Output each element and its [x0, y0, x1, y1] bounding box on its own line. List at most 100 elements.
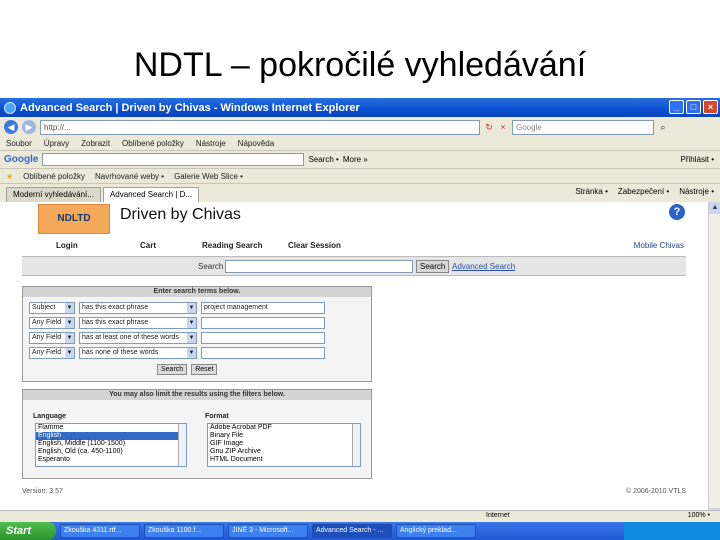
search-label: Search	[198, 262, 224, 271]
term-input[interactable]	[201, 347, 325, 359]
list-item[interactable]: Esperanto	[36, 456, 186, 464]
zone-indicator: Internet	[486, 512, 510, 519]
taskbar-item[interactable]: Advanced Search - ...	[312, 524, 392, 538]
format-label: Format	[205, 413, 229, 420]
page-scrollbar[interactable]: ▲ ▼	[708, 202, 720, 520]
ndltd-logo[interactable]: NDLTD	[38, 204, 110, 234]
term-input[interactable]: project management	[201, 302, 325, 314]
favorites-bar: ★ Oblíbené položky Navrhované weby • Gal…	[0, 169, 720, 184]
menu-item-tools[interactable]: Nástroje	[196, 139, 226, 148]
chevron-down-icon: ▼	[65, 318, 74, 328]
format-scrollbar[interactable]	[352, 424, 360, 466]
close-icon[interactable]: ×	[703, 100, 718, 114]
google-toolbar: Google Search • More » Přihlásit •	[0, 151, 720, 169]
url-input[interactable]: http://...	[40, 119, 480, 135]
menu-item-help[interactable]: Nápověda	[238, 139, 274, 148]
site-search-input[interactable]	[225, 260, 413, 273]
help-icon[interactable]: ?	[669, 204, 685, 220]
nav-reading-search[interactable]: Reading Search	[202, 241, 262, 250]
taskbar-item[interactable]: JINÉ 3 - Microsoft...	[228, 524, 308, 538]
taskbar-item[interactable]: Anglický preklad...	[396, 524, 476, 538]
search-row: Subject ▼ has this exact phrase ▼ project …	[29, 302, 325, 314]
list-item[interactable]: Binary File	[208, 432, 360, 440]
refresh-icon[interactable]: ↻	[484, 122, 494, 132]
google-search-button[interactable]: Search •	[308, 155, 338, 164]
chevron-down-icon: ▼	[187, 318, 196, 328]
ie-icon	[4, 101, 16, 114]
site-nav: Login Cart Reading Search Clear Session …	[22, 241, 686, 253]
maximize-icon[interactable]: □	[686, 100, 701, 114]
search-submit-button[interactable]: Search	[157, 364, 188, 375]
search-terms-header: Enter search terms below.	[23, 287, 371, 297]
site-title: Driven by Chivas	[120, 206, 241, 223]
list-item[interactable]: Gnu ZIP Archive	[208, 448, 360, 456]
nav-login[interactable]: Login	[56, 241, 78, 250]
list-item[interactable]: English	[36, 432, 186, 440]
google-search-field[interactable]	[42, 153, 305, 166]
reset-button[interactable]: Reset	[191, 364, 218, 375]
language-listbox[interactable]: Flamme English English, Middle (1100-150…	[35, 423, 187, 467]
search-icon[interactable]: ⌕	[658, 122, 668, 132]
taskbar-item[interactable]: Zkouška 1100.f...	[144, 524, 224, 538]
advanced-search-link[interactable]: Advanced Search	[452, 262, 515, 271]
menu-item-edit[interactable]: Úpravy	[44, 139, 69, 148]
page-menu[interactable]: Stránka •	[575, 187, 608, 196]
zoom-control[interactable]: 100% •	[688, 512, 710, 519]
nav-cart[interactable]: Cart	[140, 241, 156, 250]
menu-item-favorites[interactable]: Oblíbené položky	[122, 139, 184, 148]
field-select[interactable]: Any Field ▼	[29, 317, 75, 329]
fav-item-suggested[interactable]: Navrhované weby •	[95, 172, 164, 181]
field-select[interactable]: Any Field ▼	[29, 347, 75, 359]
search-terms-panel: Enter search terms below. Subject ▼ has t…	[22, 286, 372, 382]
site-search-button[interactable]: Search	[416, 260, 450, 273]
menu-item-view[interactable]: Zobrazit	[81, 139, 110, 148]
star-icon[interactable]: ★	[6, 172, 13, 181]
nav-mobile[interactable]: Mobile Chivas	[634, 241, 684, 250]
scroll-up-icon[interactable]: ▲	[709, 202, 720, 214]
start-button[interactable]: Start	[0, 522, 56, 540]
list-item[interactable]: Adobe Acrobat PDF	[208, 424, 360, 432]
menu-item-file[interactable]: Soubor	[6, 139, 32, 148]
list-item[interactable]: English, Middle (1100-1500)	[36, 440, 186, 448]
operator-select[interactable]: has this exact phrase ▼	[79, 317, 197, 329]
tab-advanced-search[interactable]: Advanced Search | D...	[102, 187, 200, 202]
list-item[interactable]: GIF Image	[208, 440, 360, 448]
nav-clear-session[interactable]: Clear Session	[288, 241, 341, 250]
stop-icon[interactable]: ×	[498, 122, 508, 132]
fav-item-webslice[interactable]: Galerie Web Slice •	[174, 172, 243, 181]
favorites-button[interactable]: Oblíbené položky	[23, 172, 85, 181]
operator-select[interactable]: has none of these words ▼	[79, 347, 197, 359]
format-listbox[interactable]: Adobe Acrobat PDF Binary File GIF Image …	[207, 423, 361, 467]
browser-search-input[interactable]: Google	[512, 119, 654, 135]
field-select[interactable]: Subject ▼	[29, 302, 75, 314]
language-scrollbar[interactable]	[178, 424, 186, 466]
safety-menu[interactable]: Zabezpečení •	[618, 187, 669, 196]
form-buttons: Search Reset	[157, 364, 218, 375]
page-content: NDLTD Driven by Chivas ? Login Cart Read…	[0, 202, 708, 520]
back-icon[interactable]: ◀	[4, 120, 18, 134]
list-item[interactable]: Flamme	[36, 424, 186, 432]
list-item[interactable]: English, Old (ca. 450-1100)	[36, 448, 186, 456]
operator-select[interactable]: has at least one of these words ▼	[79, 332, 197, 344]
term-input[interactable]	[201, 332, 325, 344]
slide-title: NDTL – pokročilé vyhledávání	[133, 46, 587, 84]
screenshot: Advanced Search | Driven by Chivas - Win…	[0, 98, 720, 540]
operator-select[interactable]: has this exact phrase ▼	[79, 302, 197, 314]
chevron-down-icon: ▼	[187, 348, 196, 358]
field-select[interactable]: Any Field ▼	[29, 332, 75, 344]
minimize-icon[interactable]: _	[669, 100, 684, 114]
forward-icon[interactable]: ▶	[22, 120, 36, 134]
term-input[interactable]	[201, 317, 325, 329]
tab-tools: Stránka • Zabezpečení • Nástroje •	[575, 187, 714, 196]
filters-panel: You may also limit the results using the…	[22, 389, 372, 479]
google-more-button[interactable]: More »	[343, 155, 368, 164]
list-item[interactable]: HTML Document	[208, 456, 360, 464]
filters-header: You may also limit the results using the…	[23, 390, 371, 400]
tab-moderni[interactable]: Moderní vyhledávání...	[6, 187, 101, 202]
menu-bar: Soubor Úpravy Zobrazit Oblíbené položky …	[0, 137, 720, 151]
window-titlebar: Advanced Search | Driven by Chivas - Win…	[0, 98, 720, 117]
tools-menu[interactable]: Nástroje •	[679, 187, 714, 196]
copyright-text: © 2006-2010 VTLS	[626, 488, 687, 495]
signin-button[interactable]: Přihlásit •	[681, 155, 714, 164]
taskbar-item[interactable]: Zkouška 4311.rtf...	[60, 524, 140, 538]
